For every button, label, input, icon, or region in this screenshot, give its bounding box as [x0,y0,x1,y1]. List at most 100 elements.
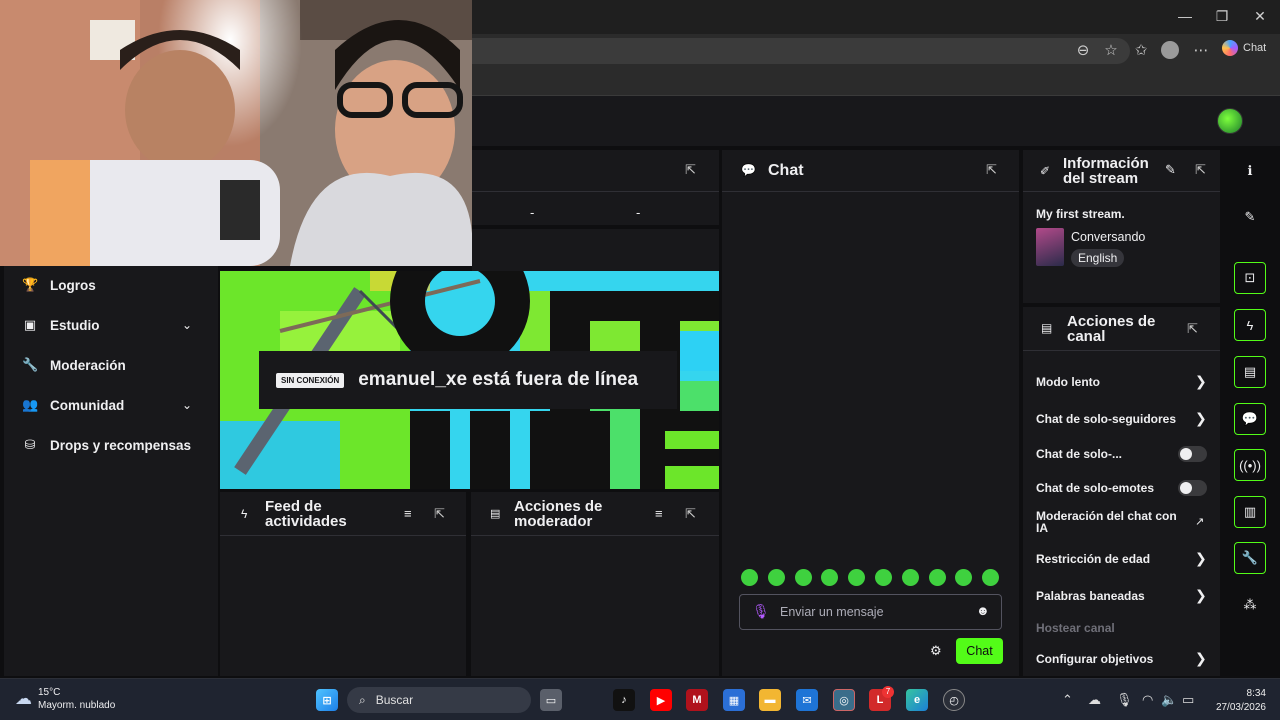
offline-message: emanuel_xe está fuera de línea [358,369,639,390]
close-button[interactable]: ✕ [1241,8,1279,25]
popout-icon[interactable]: ⇱ [685,506,696,522]
mcafee-icon[interactable]: M [686,689,708,711]
taskbar-search[interactable]: ⌕ Buscar [347,687,531,713]
clip-capture-icon[interactable]: ⊡ [1234,262,1266,294]
webcam-video [0,0,472,266]
filter-icon[interactable]: ≡ [404,506,412,521]
sidebar-item-label: Drops y recompensas [50,437,192,453]
windows-start-icon[interactable]: ⊞ [316,689,338,711]
emote-2-icon[interactable] [767,569,785,586]
chevron-right-icon[interactable]: ❯ [1195,550,1207,567]
action-set-goals[interactable]: Configurar objetivos [1036,652,1153,666]
action-banned-words[interactable]: Palabras baneadas [1036,589,1145,603]
obs-icon[interactable]: ◎ [833,689,855,711]
popout-icon[interactable]: ⇱ [434,506,445,522]
wifi-icon[interactable]: ◠ [1142,692,1153,708]
onedrive-icon[interactable]: ☁ [1088,692,1101,708]
popout-icon[interactable]: ⇱ [1187,321,1198,337]
chevron-down-icon[interactable]: ⌄ [182,318,192,332]
action-ai-moderation[interactable]: Moderación del chat con IA [1036,510,1186,534]
edit-pencil-icon[interactable]: ✎ [1234,201,1266,233]
studio-icon: ▣ [23,317,37,332]
maximize-button[interactable]: ❐ [1203,8,1241,25]
document-icon: ▤ [490,508,501,520]
lightning-icon[interactable]: ϟ [1234,309,1266,341]
sidebar-item-logros[interactable]: 🏆 Logros [22,277,96,293]
emote-7-icon[interactable] [901,569,919,586]
divider [1023,350,1220,351]
chevron-down-icon[interactable]: ⌄ [182,398,192,412]
stream-stats-panel [472,150,719,225]
popout-icon[interactable]: ⇱ [986,162,997,178]
search-icon: ⌕ [359,692,366,707]
sidebar-item-comunidad[interactable]: 👥 Comunidad [22,397,124,413]
external-link-icon[interactable]: ↗ [1195,515,1204,528]
popout-icon[interactable]: ⇱ [685,162,696,178]
activity-feed-title: Feed de actividades [265,498,347,530]
info-icon[interactable]: ℹ [1234,155,1266,187]
mod-actions-title: Acciones de moderador [514,498,603,530]
emote-8-icon[interactable] [928,569,946,586]
action-followers-only[interactable]: Chat de solo-seguidores [1036,412,1176,426]
address-bar[interactable] [440,38,1130,64]
emote-only-toggle[interactable] [1178,480,1207,496]
task-view-icon[interactable]: ▭ [540,689,562,711]
chevron-right-icon[interactable]: ❯ [1195,373,1207,390]
more-options-icon[interactable]: ⋯ [1190,41,1212,59]
battery-icon[interactable]: ▭ [1182,692,1194,708]
user-avatar[interactable] [1217,108,1243,134]
weather-widget[interactable]: ☁ 15°C Mayorm. nublado [15,686,115,712]
profile-icon[interactable] [1161,41,1179,59]
emote-6-icon[interactable] [875,569,892,586]
notification-badge: 7 [882,686,894,698]
chat-bubble-icon[interactable]: 💬 [1234,403,1266,435]
filter-icon[interactable]: ≡ [655,506,663,521]
sidebar-item-drops[interactable]: ⛁ Drops y recompensas [22,437,192,453]
youtube-icon[interactable]: ▶ [650,689,672,711]
gear-icon[interactable]: ⚙ [930,643,942,659]
chevron-right-icon[interactable]: ❯ [1195,587,1207,604]
edge-browser-icon[interactable]: e [906,689,928,711]
add-action-icon[interactable]: ⁂ [1234,589,1266,621]
layout-icon[interactable]: ▥ [1234,496,1266,528]
sidebar-item-estudio[interactable]: ▣ Estudio [22,317,100,333]
microphone-icon[interactable]: 🎙 [1116,692,1133,708]
edit-pencil-icon[interactable]: ✎ [1165,162,1176,178]
wrench-icon[interactable]: 🔧 [1234,542,1266,574]
divider [722,191,1019,192]
sidebar-item-moderacion[interactable]: 🔧 Moderación [22,357,126,373]
broadcast-icon[interactable]: ((•)) [1234,449,1266,481]
chevron-right-icon[interactable]: ❯ [1195,650,1207,667]
emote-3-icon[interactable] [794,569,812,586]
volume-icon[interactable]: 🔈 [1161,692,1177,708]
chevron-right-icon[interactable]: ❯ [1195,410,1207,427]
favorites-icon[interactable]: ✩ [1130,41,1152,59]
action-slow-mode[interactable]: Modo lento [1036,375,1100,389]
store-icon[interactable]: ▦ [723,689,745,711]
chat-send-button[interactable]: Chat [956,638,1003,664]
system-clock[interactable]: 8:34 27/03/2026 [1206,687,1266,715]
emoji-icon[interactable]: ☻ [976,603,990,618]
microphone-icon[interactable]: 🎙 [752,603,770,620]
outlook-icon[interactable]: ✉ [796,689,818,711]
action-age-restriction[interactable]: Restricción de edad [1036,552,1150,566]
favorite-star-icon[interactable]: ☆ [1100,41,1122,59]
ellipsis-circle-icon[interactable]: ⊖ [1072,41,1094,59]
chat-title: Chat [768,162,804,179]
sidebar-item-label: Comunidad [50,397,125,413]
sidebar-item-label: Estudio [50,317,100,333]
copilot-chat-button[interactable]: Chat [1222,40,1266,56]
drops-icon: ⛁ [24,437,36,452]
emote-1-icon[interactable] [741,569,758,586]
popout-icon[interactable]: ⇱ [1195,162,1206,178]
subscribers-only-toggle[interactable] [1178,446,1207,462]
chevron-up-icon[interactable]: ⌃ [1062,692,1073,708]
stream-title: My first stream. [1036,207,1125,221]
notes-icon[interactable]: ▤ [1234,356,1266,388]
recorder-icon[interactable]: ◴ [943,689,965,711]
divider [471,535,719,536]
tiktok-icon[interactable]: ♪ [613,689,635,711]
file-explorer-icon[interactable]: ▬ [759,689,781,711]
minimize-button[interactable]: — [1166,8,1204,24]
language-tag[interactable]: English [1071,249,1125,267]
